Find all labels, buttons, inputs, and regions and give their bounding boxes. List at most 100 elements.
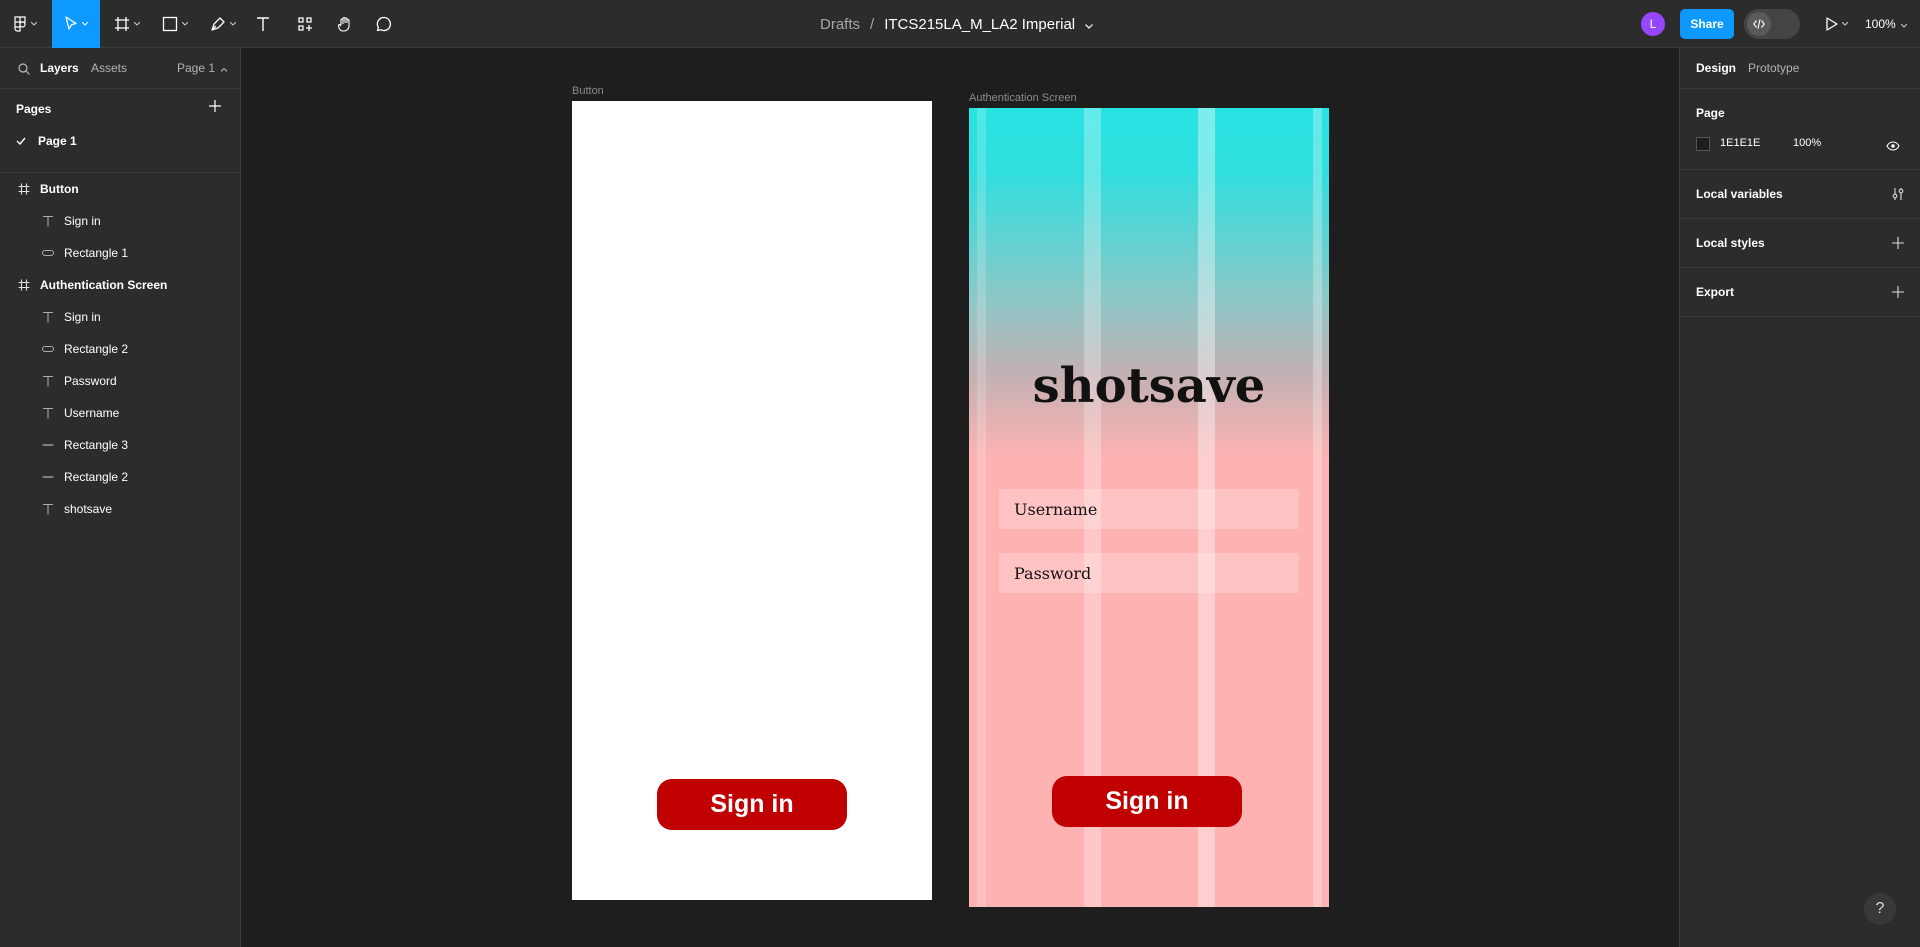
file-name[interactable]: ITCS215LA_M_LA2 Imperial — [884, 16, 1075, 33]
layer-label: Rectangle 2 — [64, 342, 129, 356]
layer-frame-authentication-screen[interactable]: Authentication Screen — [0, 269, 240, 301]
local-styles-row[interactable]: Local styles — [1680, 219, 1920, 268]
local-variables-label: Local variables — [1696, 187, 1783, 201]
page-selector[interactable]: Page 1 — [177, 61, 228, 75]
avatar[interactable]: L — [1641, 12, 1665, 36]
page-selector-label: Page 1 — [177, 61, 216, 75]
breadcrumb-separator: / — [870, 15, 875, 33]
move-tool-button[interactable] — [52, 0, 100, 48]
chevron-up-icon — [221, 61, 228, 75]
layer-text-sign-in[interactable]: Sign in — [0, 205, 240, 237]
code-icon — [1747, 12, 1771, 36]
components-icon — [297, 16, 313, 32]
layer-label: Sign in — [64, 214, 101, 228]
pages-title: Pages — [16, 102, 52, 116]
help-button[interactable]: ? — [1864, 893, 1896, 925]
frame-label-authentication-screen[interactable]: Authentication Screen — [969, 92, 1077, 104]
password-field[interactable]: Password — [999, 553, 1299, 593]
export-row[interactable]: Export — [1680, 268, 1920, 317]
tab-assets[interactable]: Assets — [91, 61, 127, 75]
zoom-control[interactable]: 100% — [1865, 0, 1908, 48]
sliders-icon[interactable] — [1890, 186, 1906, 202]
export-label: Export — [1696, 285, 1735, 299]
dev-mode-toggle[interactable] — [1744, 9, 1800, 39]
frame-label-button[interactable]: Button — [572, 85, 604, 97]
layer-text-sign-in[interactable]: Sign in — [0, 301, 240, 333]
toolbar: Drafts / ITCS215LA_M_LA2 Imperial L Shar… — [0, 0, 1920, 48]
pen-tool-button[interactable] — [206, 0, 240, 48]
page-item-page-1[interactable]: Page 1 — [16, 134, 77, 148]
comment-tool-button[interactable] — [374, 0, 394, 48]
authentication-screen-frame[interactable]: shotsave Username Password Sign in — [969, 108, 1329, 907]
page-opacity-value[interactable]: 100% — [1793, 137, 1821, 149]
figma-logo-icon — [13, 16, 27, 32]
layer-label: Rectangle 2 — [64, 470, 129, 484]
divider — [0, 88, 240, 89]
layer-text-shotsave[interactable]: shotsave — [0, 493, 240, 525]
page-color-value[interactable]: 1E1E1E — [1720, 137, 1760, 149]
layer-label: Password — [64, 374, 117, 388]
cursor-icon — [64, 16, 78, 32]
frame-icon — [114, 16, 130, 32]
frame-icon — [16, 181, 32, 197]
shape-tool-button[interactable] — [158, 0, 192, 48]
sign-in-button[interactable]: Sign in — [1052, 776, 1242, 827]
search-icon[interactable] — [18, 62, 30, 80]
chevron-down-icon[interactable] — [1085, 16, 1094, 33]
local-variables-row[interactable]: Local variables — [1680, 170, 1920, 219]
chevron-down-icon — [1900, 17, 1908, 31]
eye-icon[interactable] — [1886, 138, 1900, 156]
chevron-down-icon — [230, 22, 236, 26]
hand-tool-button[interactable] — [335, 0, 355, 48]
layer-label: Rectangle 3 — [64, 438, 129, 452]
decorative-stripe — [1313, 108, 1322, 907]
breadcrumb-drafts[interactable]: Drafts — [820, 16, 860, 33]
text-icon — [40, 501, 56, 517]
zoom-label: 100% — [1865, 17, 1896, 31]
button-frame[interactable]: Sign in — [572, 101, 932, 900]
chevron-down-icon — [31, 22, 37, 26]
rectangle-icon — [162, 16, 178, 32]
present-button[interactable] — [1822, 0, 1852, 48]
divider — [1680, 88, 1920, 89]
add-page-button[interactable] — [207, 100, 223, 116]
right-panel: Design Prototype Page 1E1E1E 100% Local … — [1679, 48, 1920, 947]
plus-icon[interactable] — [1890, 284, 1906, 300]
tab-layers[interactable]: Layers — [40, 61, 79, 75]
layer-rectangle-2[interactable]: Rectangle 2 — [0, 461, 240, 493]
tab-prototype[interactable]: Prototype — [1748, 61, 1799, 75]
layer-rectangle-1[interactable]: Rectangle 1 — [0, 237, 240, 269]
plus-icon[interactable] — [1890, 235, 1906, 251]
left-panel-tabs: Layers Assets Page 1 — [0, 48, 240, 88]
text-tool-button[interactable] — [253, 0, 273, 48]
resources-button[interactable] — [295, 0, 315, 48]
sign-in-button[interactable]: Sign in — [657, 779, 847, 830]
frame-icon — [16, 277, 32, 293]
tab-design[interactable]: Design — [1696, 61, 1736, 75]
text-icon — [40, 309, 56, 325]
line-icon — [40, 469, 56, 485]
main-menu-button[interactable] — [8, 0, 42, 48]
page-section-title: Page — [1696, 106, 1725, 120]
share-button[interactable]: Share — [1680, 9, 1734, 39]
username-field[interactable]: Username — [999, 489, 1299, 529]
layer-text-username[interactable]: Username — [0, 397, 240, 429]
layer-rectangle-2[interactable]: Rectangle 2 — [0, 333, 240, 365]
frame-tool-button[interactable] — [110, 0, 144, 48]
layer-text-password[interactable]: Password — [0, 365, 240, 397]
layer-label: Rectangle 1 — [64, 246, 129, 260]
canvas[interactable]: Button Authentication Screen — [241, 48, 1679, 947]
layer-rectangle-3[interactable]: Rectangle 3 — [0, 429, 240, 461]
page-color-swatch[interactable] — [1696, 137, 1710, 151]
chevron-down-icon — [82, 22, 88, 26]
hand-icon — [337, 16, 353, 32]
checkmark-icon — [16, 134, 38, 148]
decorative-stripe — [977, 108, 986, 907]
comment-icon — [376, 16, 392, 32]
text-icon — [40, 213, 56, 229]
pen-icon — [210, 16, 226, 32]
chevron-down-icon — [1842, 22, 1848, 26]
layer-frame-button[interactable]: Button — [0, 173, 240, 205]
layer-label: Sign in — [64, 310, 101, 324]
play-icon — [1826, 17, 1838, 31]
